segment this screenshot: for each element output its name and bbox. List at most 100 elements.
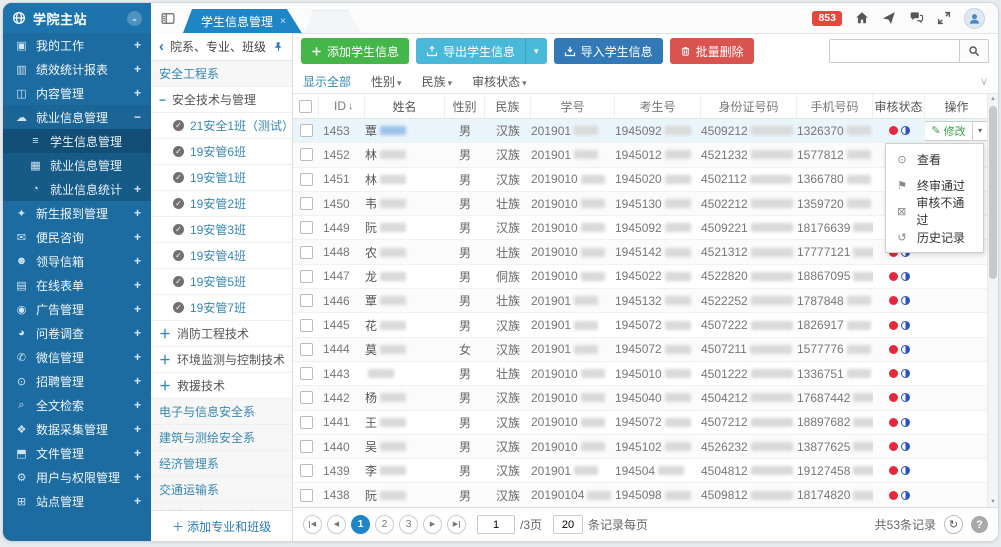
scrollbar-thumb[interactable]	[989, 106, 997, 279]
tree-item[interactable]: ✓ 19安管2班	[151, 191, 292, 217]
send-icon[interactable]	[882, 11, 896, 25]
tree-item[interactable]: ✓ 19安管1班	[151, 165, 292, 191]
col-candidate-no[interactable]: 考生号	[615, 94, 701, 118]
help-icon[interactable]: ?	[971, 516, 988, 533]
expand-icon[interactable]: +	[134, 230, 141, 244]
sidebar-toggle-icon[interactable]	[161, 12, 175, 25]
page-button[interactable]: 3	[399, 515, 418, 534]
row-checkbox[interactable]	[300, 294, 313, 307]
page-button[interactable]: 2	[375, 515, 394, 534]
tree-expand-icon[interactable]: ＋	[159, 377, 171, 394]
expand-icon[interactable]: +	[134, 398, 141, 412]
table-row[interactable]: 1443 男 壮族 2019010 1945010 4501222 133675…	[293, 362, 988, 386]
sidebar-item[interactable]: ✦ 新生报到管理 +	[3, 201, 151, 225]
sidebar-item[interactable]: ▦ 就业信息管理	[3, 153, 151, 177]
table-row[interactable]: 1442 杨 男 汉族 2019010 1945040 4504212 1768…	[293, 386, 988, 410]
expand-icon[interactable]: +	[134, 494, 141, 508]
col-gender[interactable]: 性别	[445, 94, 485, 118]
page-button[interactable]: ◀	[303, 515, 322, 534]
user-avatar[interactable]	[964, 8, 985, 29]
table-row[interactable]: 1445 花 男 汉族 201901 1945072 4507222 18269…	[293, 313, 988, 337]
filter-gender[interactable]: 性别▾	[371, 73, 402, 90]
tree-item[interactable]: ✓ 19安管3班	[151, 217, 292, 243]
scroll-down-icon[interactable]: ▼	[988, 497, 998, 507]
pin-icon[interactable]	[273, 41, 284, 53]
row-checkbox[interactable]	[300, 221, 313, 234]
tree-item[interactable]: 电子与信息安全系	[151, 399, 292, 425]
expand-icon[interactable]: +	[134, 326, 141, 340]
collapse-panel-icon[interactable]: ‹	[159, 39, 164, 54]
row-checkbox[interactable]	[300, 246, 313, 259]
page-number-input[interactable]	[477, 515, 515, 534]
table-row[interactable]: 1441 王 男 汉族 2019010 1945072 4507212 1889…	[293, 411, 988, 435]
col-phone[interactable]: 手机号码	[797, 94, 873, 118]
col-review-status[interactable]: 审核状态	[873, 94, 925, 118]
sidebar-item[interactable]: ⬒ 文件管理 +	[3, 441, 151, 465]
home-icon[interactable]	[855, 11, 869, 25]
filter-review-status[interactable]: 审核状态▾	[472, 73, 527, 90]
table-row[interactable]: 1453 覃 男 汉族 201901 1945092 4509212 13263…	[293, 119, 988, 143]
tree-item[interactable]: ＋ 救援技术	[151, 373, 292, 399]
expand-icon[interactable]: +	[134, 446, 141, 460]
chevron-down-icon[interactable]: ⌄	[127, 11, 142, 26]
tree-expand-icon[interactable]: ＋	[159, 351, 171, 368]
table-row[interactable]: 1439 李 男 汉族 201901 194504 4504812 191274…	[293, 459, 988, 483]
sort-desc-icon[interactable]: ↓	[348, 101, 353, 112]
expand-icon[interactable]: +	[134, 422, 141, 436]
tree-item[interactable]: ✓ 19安管4班	[151, 243, 292, 269]
row-checkbox[interactable]	[300, 416, 313, 429]
notification-badge[interactable]: 853	[812, 11, 842, 26]
edit-button[interactable]: ✎修改	[925, 121, 973, 141]
expand-icon[interactable]: +	[134, 350, 141, 364]
tree-item[interactable]: ＋ 消防工程技术	[151, 321, 292, 347]
table-row[interactable]: 1447 龙 男 侗族 2019010 1945022 4522820 1886…	[293, 265, 988, 289]
page-size-input[interactable]	[553, 515, 583, 534]
row-checkbox[interactable]	[300, 319, 313, 332]
batch-delete-button[interactable]: 批量删除	[670, 38, 754, 64]
sidebar-header[interactable]: 学院主站 ⌄	[3, 3, 151, 33]
filter-ethnicity[interactable]: 民族▾	[422, 73, 453, 90]
expand-icon[interactable]: +	[134, 62, 141, 76]
sidebar-item[interactable]: ▥ 绩效统计报表 +	[3, 57, 151, 81]
expand-icon[interactable]: +	[134, 38, 141, 52]
row-checkbox[interactable]	[300, 440, 313, 453]
edit-dropdown-caret[interactable]: ▾	[973, 121, 988, 141]
sidebar-item[interactable]: ⚙ 用户与权限管理 +	[3, 465, 151, 489]
sidebar-item[interactable]: ☁ 就业信息管理 −	[3, 105, 151, 129]
sidebar-item[interactable]: ◕ 问卷调查 +	[3, 321, 151, 345]
sidebar-item[interactable]: ▣ 我的工作 +	[3, 33, 151, 57]
tree-item[interactable]: 建筑与测绘安全系	[151, 425, 292, 451]
tree-item[interactable]: − 安全技术与管理	[151, 87, 292, 113]
row-checkbox[interactable]	[300, 197, 313, 210]
sidebar-item[interactable]: ≡ 学生信息管理	[3, 129, 151, 153]
table-row[interactable]: 1450 韦 男 壮族 2019010 1945130 4502212 1359…	[293, 192, 988, 216]
tree-item[interactable]: 安全工程系	[151, 61, 292, 87]
row-checkbox[interactable]	[300, 173, 313, 186]
vertical-scrollbar[interactable]: ▲ ▼	[987, 94, 998, 507]
row-checkbox[interactable]	[300, 270, 313, 283]
col-id-card[interactable]: 身份证号码	[701, 94, 797, 118]
import-student-button[interactable]: 导入学生信息	[554, 38, 663, 64]
collapse-filter-icon[interactable]: ∨	[980, 75, 988, 88]
col-name[interactable]: 姓名	[365, 94, 445, 118]
expand-icon[interactable]: +	[134, 470, 141, 484]
expand-icon[interactable]: +	[134, 278, 141, 292]
table-row[interactable]: 1448 农 男 壮族 2019010 1945142 4521312 1777…	[293, 240, 988, 264]
sidebar-item[interactable]: ◔ 就业信息统计 +	[3, 177, 151, 201]
add-student-button[interactable]: 添加学生信息	[301, 38, 409, 64]
tree-item[interactable]: 交通运输系	[151, 477, 292, 503]
expand-icon[interactable]: +	[134, 182, 141, 196]
table-row[interactable]: 1438 阮 男 汉族 20190104 1945098 4509812 181…	[293, 483, 988, 507]
expand-icon[interactable]: +	[134, 86, 141, 100]
tree-item[interactable]: ✓ 19安管6班	[151, 139, 292, 165]
tab-student-info[interactable]: 学生信息管理 ×	[183, 9, 302, 33]
expand-icon[interactable]: +	[134, 206, 141, 220]
row-checkbox[interactable]	[300, 391, 313, 404]
row-menu-item[interactable]: ⊙ 查看	[886, 146, 983, 172]
sidebar-item[interactable]: ✉ 便民咨询 +	[3, 225, 151, 249]
expand-icon[interactable]: +	[134, 374, 141, 388]
page-button[interactable]: 1	[351, 515, 370, 534]
tree-item[interactable]: 机械与电气工程系	[151, 503, 292, 510]
export-student-button[interactable]: 导出学生信息	[416, 38, 525, 64]
page-button[interactable]: ▶	[447, 515, 466, 534]
